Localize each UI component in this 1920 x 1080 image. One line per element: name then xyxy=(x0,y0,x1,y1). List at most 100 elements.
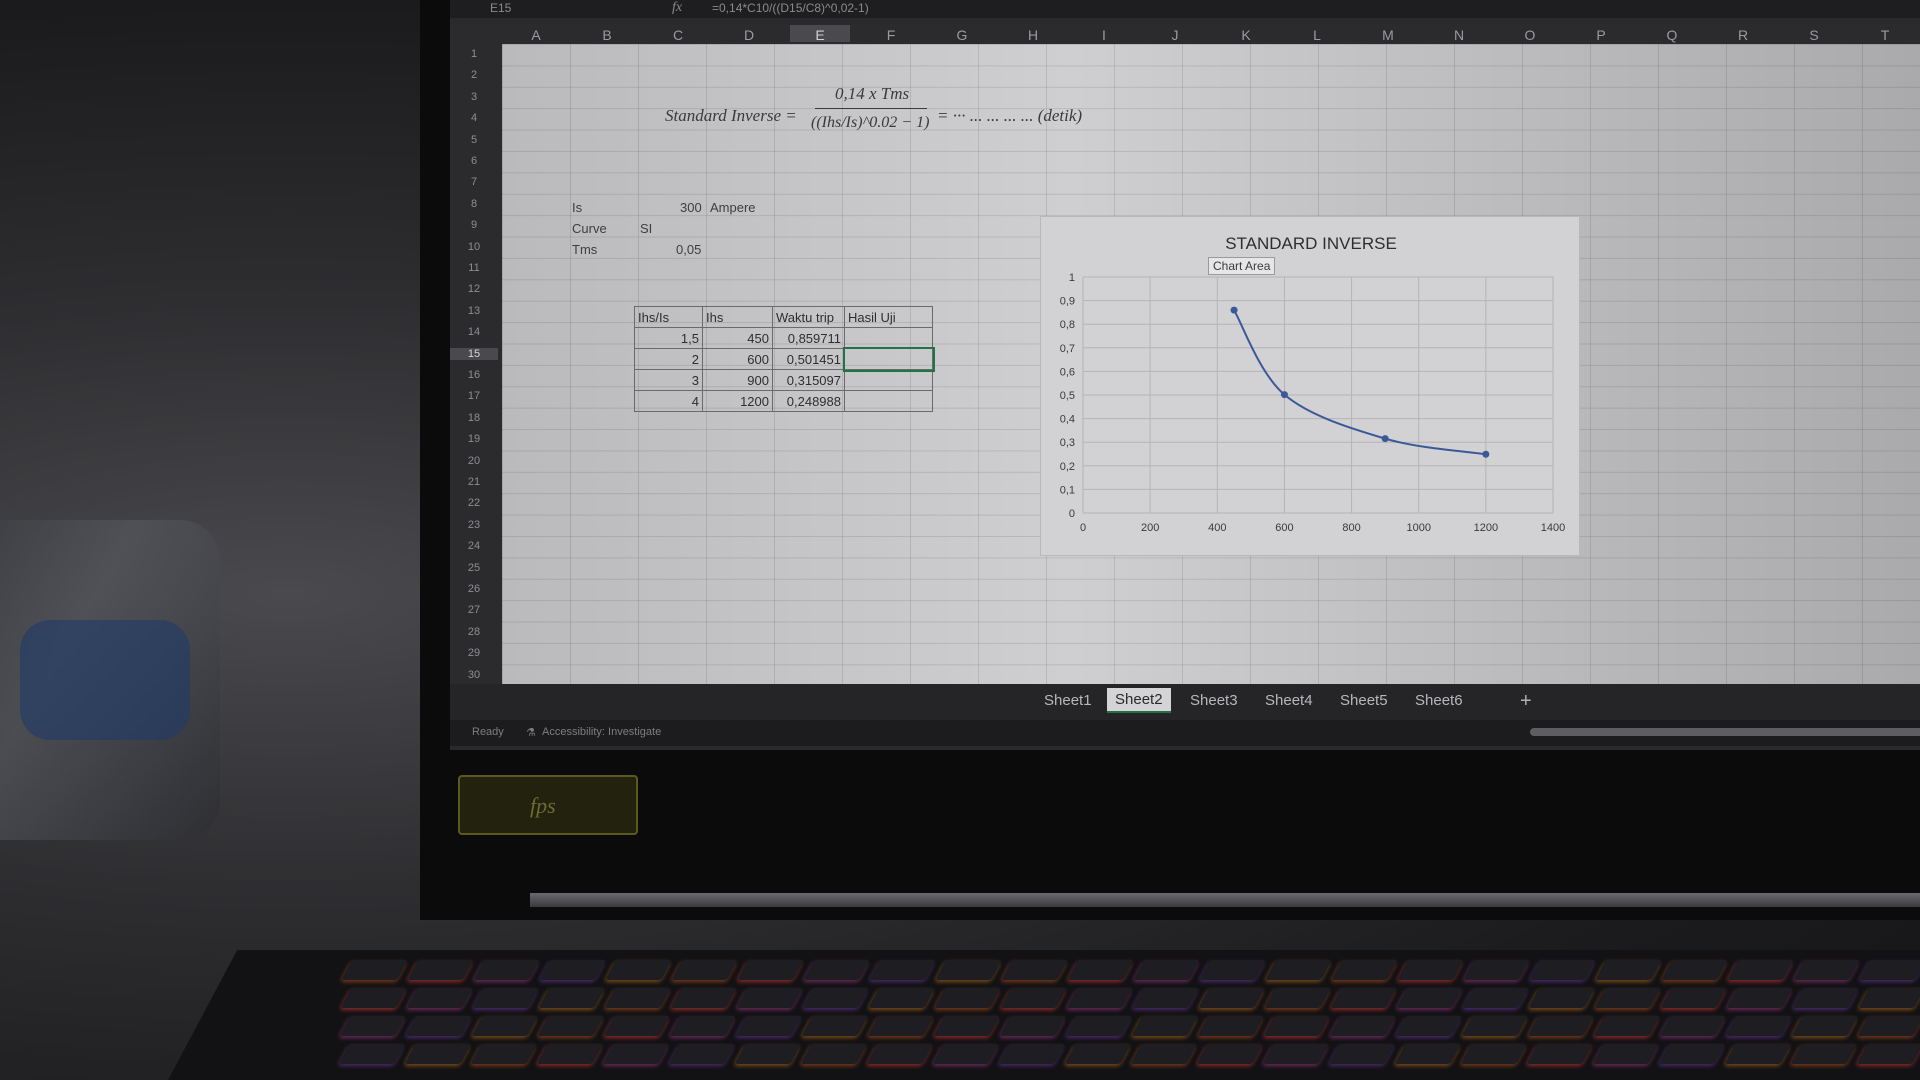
column-header-i[interactable]: I xyxy=(1074,27,1134,43)
selected-cell[interactable] xyxy=(842,346,935,372)
column-header-l[interactable]: L xyxy=(1287,27,1347,43)
table-cell[interactable]: 0,315097 xyxy=(772,369,845,391)
keyboard-key xyxy=(341,960,408,980)
row-header-27[interactable]: 27 xyxy=(450,604,498,616)
column-header-g[interactable]: G xyxy=(932,27,992,43)
keyboard-key xyxy=(802,988,870,1008)
row-header-11[interactable]: 11 xyxy=(450,262,498,274)
table-cell[interactable]: 1200 xyxy=(702,390,773,412)
column-header-c[interactable]: C xyxy=(648,27,708,43)
row-header-19[interactable]: 19 xyxy=(450,433,498,445)
chart-area[interactable]: STANDARD INVERSE 0 200 400 600 800 1000 1200 140… xyxy=(1040,216,1580,556)
row-header-21[interactable]: 21 xyxy=(450,476,498,488)
table-cell[interactable]: 0,248988 xyxy=(772,390,845,412)
row-header-28[interactable]: 28 xyxy=(450,626,498,638)
row-header-7[interactable]: 7 xyxy=(450,176,498,188)
tab-sheet4[interactable]: Sheet4 xyxy=(1265,692,1313,709)
row-header-24[interactable]: 24 xyxy=(450,540,498,552)
column-header-k[interactable]: K xyxy=(1216,27,1276,43)
param-tms-value: 0,05 xyxy=(676,242,702,257)
horizontal-scrollbar[interactable] xyxy=(1530,728,1920,736)
table-cell[interactable]: 3 xyxy=(634,369,703,391)
row-header-14[interactable]: 14 xyxy=(450,326,498,338)
row-header-30[interactable]: 30 xyxy=(450,669,498,681)
tab-sheet1[interactable]: Sheet1 xyxy=(1044,692,1092,709)
row-header-23[interactable]: 23 xyxy=(450,519,498,531)
row-header-20[interactable]: 20 xyxy=(450,455,498,467)
keyboard-key xyxy=(1529,960,1596,980)
row-header-5[interactable]: 5 xyxy=(450,134,498,146)
column-header-p[interactable]: P xyxy=(1571,27,1631,43)
x-tick-label: 200 xyxy=(1141,522,1159,534)
row-header-10[interactable]: 10 xyxy=(450,241,498,253)
keyboard-key xyxy=(1660,988,1728,1008)
table-cell[interactable]: 900 xyxy=(702,369,773,391)
accessibility-icon[interactable]: ⚗ xyxy=(526,726,536,739)
table-cell[interactable]: 1,5 xyxy=(634,327,703,349)
row-header-3[interactable]: 3 xyxy=(450,91,498,103)
tab-sheet3[interactable]: Sheet3 xyxy=(1190,692,1238,709)
keyboard-key xyxy=(1592,1044,1660,1064)
keyboard-key xyxy=(1000,988,1068,1008)
row-header-1[interactable]: 1 xyxy=(450,48,498,60)
column-header-n[interactable]: N xyxy=(1429,27,1489,43)
table-cell[interactable]: 0,501451 xyxy=(772,348,845,370)
column-header-h[interactable]: H xyxy=(1003,27,1063,43)
column-header-r[interactable]: R xyxy=(1713,27,1773,43)
row-header-25[interactable]: 25 xyxy=(450,562,498,574)
row-header-17[interactable]: 17 xyxy=(450,390,498,402)
table-cell[interactable]: 600 xyxy=(702,348,773,370)
tab-sheet5[interactable]: Sheet5 xyxy=(1340,692,1388,709)
row-header-6[interactable]: 6 xyxy=(450,155,498,167)
tab-sheet2[interactable]: Sheet2 xyxy=(1107,688,1171,713)
keyboard-key xyxy=(1263,1016,1331,1036)
row-header-12[interactable]: 12 xyxy=(450,283,498,295)
keyboard-key xyxy=(1460,1044,1528,1064)
column-header-d[interactable]: D xyxy=(719,27,779,43)
column-header-f[interactable]: F xyxy=(861,27,921,43)
keyboard-key xyxy=(1394,1044,1462,1064)
row-header-9[interactable]: 9 xyxy=(450,219,498,231)
column-header-b[interactable]: B xyxy=(577,27,637,43)
row-header-8[interactable]: 8 xyxy=(450,198,498,210)
keyboard-key xyxy=(1726,988,1794,1008)
accessibility-status[interactable]: Accessibility: Investigate xyxy=(542,726,661,738)
table-cell[interactable] xyxy=(844,327,933,349)
column-header-a[interactable]: A xyxy=(506,27,566,43)
column-header-j[interactable]: J xyxy=(1145,27,1205,43)
row-header-15[interactable]: 15 xyxy=(450,347,498,360)
row-header-4[interactable]: 4 xyxy=(450,112,498,124)
keyboard-key xyxy=(1858,988,1920,1008)
table-cell[interactable]: 0,859711 xyxy=(772,327,845,349)
row-header-16[interactable]: 16 xyxy=(450,369,498,381)
sheet-tab-bar: Sheet1 Sheet2 Sheet3 Sheet4 Sheet5 Sheet… xyxy=(450,684,1920,720)
formula-input[interactable]: =0,14*C10/((D15/C8)^0,02-1) xyxy=(712,1,869,15)
column-header-m[interactable]: M xyxy=(1358,27,1418,43)
tab-sheet6[interactable]: Sheet6 xyxy=(1415,692,1463,709)
column-header-t[interactable]: T xyxy=(1855,27,1915,43)
keyboard-key xyxy=(1658,1044,1726,1064)
column-header-o[interactable]: O xyxy=(1500,27,1560,43)
status-ready: Ready xyxy=(472,726,504,738)
table-cell[interactable] xyxy=(844,390,933,412)
row-header-13[interactable]: 13 xyxy=(450,305,498,317)
table-cell[interactable]: 2 xyxy=(634,348,703,370)
column-header-q[interactable]: Q xyxy=(1642,27,1702,43)
row-header-22[interactable]: 22 xyxy=(450,497,498,509)
keyboard-key xyxy=(668,1044,736,1064)
keyboard-key xyxy=(999,1016,1067,1036)
column-header-e[interactable]: E xyxy=(790,25,850,43)
name-box[interactable]: E15 xyxy=(490,1,511,15)
add-sheet-button[interactable]: + xyxy=(1520,690,1532,713)
row-header-2[interactable]: 2 xyxy=(450,69,498,81)
table-cell[interactable]: 450 xyxy=(702,327,773,349)
column-header-s[interactable]: S xyxy=(1784,27,1844,43)
row-header-18[interactable]: 18 xyxy=(450,412,498,424)
table-cell[interactable]: 4 xyxy=(634,390,703,412)
row-header-26[interactable]: 26 xyxy=(450,583,498,595)
keyboard-key xyxy=(340,988,408,1008)
table-cell[interactable] xyxy=(844,369,933,391)
keyboard-key xyxy=(933,1016,1001,1036)
row-header-29[interactable]: 29 xyxy=(450,647,498,659)
fx-icon[interactable]: fx xyxy=(672,0,682,16)
